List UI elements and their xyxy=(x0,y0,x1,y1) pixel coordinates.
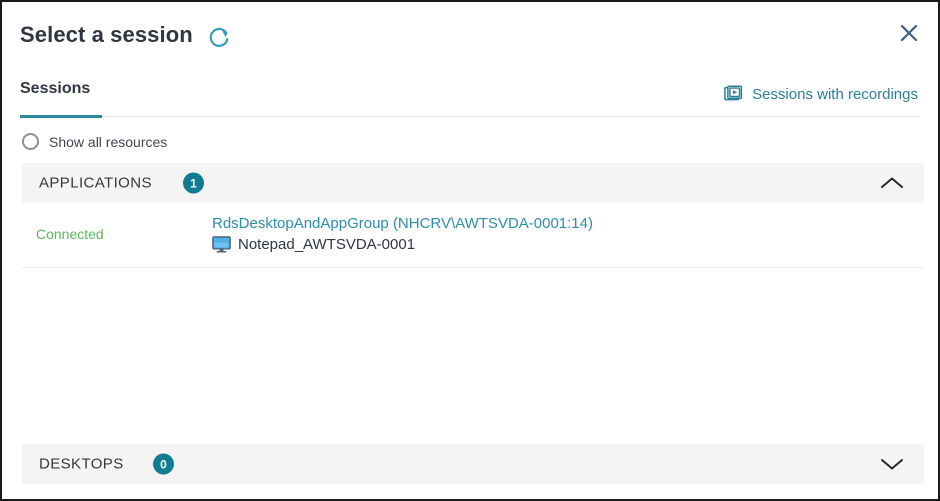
section-header-desktops[interactable]: DESKTOPS 0 xyxy=(22,444,924,484)
section-title-desktops: DESKTOPS xyxy=(39,455,124,473)
sessions-with-recordings-label: Sessions with recordings xyxy=(752,85,918,103)
sessions-with-recordings-link[interactable]: Sessions with recordings xyxy=(724,84,918,104)
section-count-badge-desktops: 0 xyxy=(153,453,174,475)
dialog-header: Select a session xyxy=(2,2,938,72)
section-header-applications[interactable]: APPLICATIONS 1 xyxy=(22,163,924,203)
monitor-icon xyxy=(212,236,231,253)
page-title: Select a session xyxy=(20,22,193,47)
refresh-icon[interactable] xyxy=(206,26,232,52)
tab-sessions[interactable]: Sessions xyxy=(20,80,94,108)
section-title-applications: APPLICATIONS xyxy=(39,174,152,192)
select-session-dialog: Select a session Sessions Sessions with … xyxy=(0,0,940,501)
show-all-resources-row[interactable]: Show all resources xyxy=(22,133,167,150)
tab-strip-rule xyxy=(20,116,920,117)
close-icon[interactable] xyxy=(896,20,922,46)
session-application-name: Notepad_AWTSVDA-0001 xyxy=(238,236,416,253)
video-recordings-icon xyxy=(724,84,744,104)
show-all-resources-radio[interactable] xyxy=(22,133,39,150)
session-detail: RdsDesktopAndAppGroup (NHCRV\AWTSVDA-000… xyxy=(212,215,924,253)
section-count-badge-applications: 1 xyxy=(183,172,204,194)
session-group-link[interactable]: RdsDesktopAndAppGroup (NHCRV\AWTSVDA-000… xyxy=(212,215,924,232)
tab-strip: Sessions Sessions with recordings xyxy=(2,80,938,122)
chevron-down-icon[interactable] xyxy=(878,455,906,473)
session-list: Connected RdsDesktopAndAppGroup (NHCRV\A… xyxy=(22,203,924,268)
show-all-resources-label: Show all resources xyxy=(49,133,168,150)
session-status: Connected xyxy=(36,226,104,242)
chevron-up-icon[interactable] xyxy=(878,174,906,192)
table-row[interactable]: Connected RdsDesktopAndAppGroup (NHCRV\A… xyxy=(22,203,924,268)
tab-active-indicator xyxy=(20,115,102,118)
session-application: Notepad_AWTSVDA-0001 xyxy=(212,236,924,253)
